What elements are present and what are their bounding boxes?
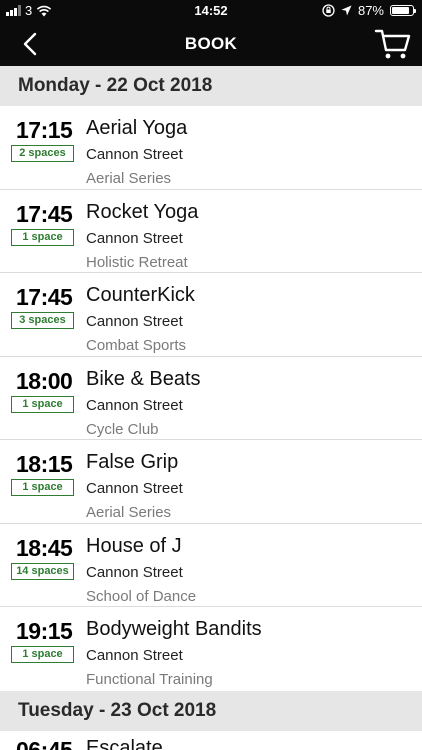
class-row[interactable]: 18:45 14 spaces House of J Cannon Street… bbox=[0, 523, 422, 607]
page-title: BOOK bbox=[184, 34, 238, 53]
class-location: Cannon Street bbox=[86, 229, 183, 247]
class-title: House of J bbox=[86, 534, 182, 557]
battery-icon bbox=[390, 5, 416, 16]
cart-icon bbox=[374, 29, 411, 59]
class-title: Bike & Beats bbox=[86, 367, 201, 390]
class-title: Bodyweight Bandits bbox=[86, 618, 262, 640]
class-time: 17:45 bbox=[16, 200, 73, 227]
class-title: CounterKick bbox=[86, 284, 195, 306]
class-time: 06:45 bbox=[16, 737, 73, 750]
location-icon bbox=[341, 5, 352, 16]
class-time: 17:45 bbox=[16, 284, 73, 310]
class-category: Cycle Club bbox=[86, 420, 159, 438]
class-location: Cannon Street bbox=[86, 480, 183, 497]
class-category: Functional Training bbox=[86, 671, 213, 688]
class-location: Cannon Street bbox=[86, 313, 183, 330]
class-location: Cannon Street bbox=[86, 396, 183, 414]
orientation-lock-icon bbox=[322, 4, 335, 17]
class-category: Combat Sports bbox=[86, 337, 187, 354]
battery-fill bbox=[392, 7, 410, 14]
spaces-badge: 14 spaces bbox=[11, 562, 74, 580]
class-location: Cannon Street bbox=[86, 563, 183, 581]
nav-bar: BOOK bbox=[0, 22, 422, 66]
class-time: 18:00 bbox=[16, 367, 73, 394]
spaces-badge: 1 space bbox=[11, 479, 74, 496]
cart-button[interactable] bbox=[374, 26, 412, 62]
class-row[interactable]: 06:45 Escalate bbox=[0, 731, 422, 750]
spaces-badge: 1 space bbox=[11, 646, 74, 663]
top-bar: 3 14:52 87% BOOK bbox=[0, 0, 422, 66]
spaces-badge: 1 space bbox=[11, 395, 74, 413]
section-header-monday: Monday - 22 Oct 2018 bbox=[0, 66, 422, 106]
class-title: Escalate bbox=[86, 737, 163, 750]
status-right: 87% bbox=[322, 3, 416, 18]
battery-percent: 87% bbox=[357, 3, 384, 18]
section-header-tuesday: Tuesday - 23 Oct 2018 bbox=[0, 691, 422, 731]
class-location: Cannon Street bbox=[86, 647, 183, 664]
class-category: Aerial Series bbox=[86, 170, 172, 187]
class-row[interactable]: 17:15 2 spaces Aerial Yoga Cannon Street… bbox=[0, 106, 422, 190]
spaces-badge: 2 spaces bbox=[11, 145, 74, 162]
class-category: School of Dance bbox=[86, 587, 197, 605]
class-time: 18:45 bbox=[16, 534, 73, 561]
class-row[interactable]: 18:00 1 space Bike & Beats Cannon Street… bbox=[0, 356, 422, 440]
class-title: Aerial Yoga bbox=[86, 117, 188, 139]
class-title: Rocket Yoga bbox=[86, 200, 199, 223]
class-time: 19:15 bbox=[16, 618, 73, 644]
spaces-badge: 3 spaces bbox=[11, 312, 74, 329]
class-title: False Grip bbox=[86, 451, 179, 473]
class-row[interactable]: 18:15 1 space False Grip Cannon Street A… bbox=[0, 440, 422, 524]
spaces-badge: 1 space bbox=[11, 228, 74, 246]
status-bar: 3 14:52 87% bbox=[0, 0, 422, 22]
class-row[interactable]: 19:15 1 space Bodyweight Bandits Cannon … bbox=[0, 607, 422, 691]
class-category: Aerial Series bbox=[86, 504, 172, 521]
class-time: 18:15 bbox=[16, 451, 73, 477]
class-row[interactable]: 17:45 1 space Rocket Yoga Cannon Street … bbox=[0, 189, 422, 273]
class-time: 17:15 bbox=[16, 117, 73, 143]
class-location: Cannon Street bbox=[86, 146, 183, 163]
class-category: Holistic Retreat bbox=[86, 253, 188, 271]
class-row[interactable]: 17:45 3 spaces CounterKick Cannon Street… bbox=[0, 273, 422, 357]
